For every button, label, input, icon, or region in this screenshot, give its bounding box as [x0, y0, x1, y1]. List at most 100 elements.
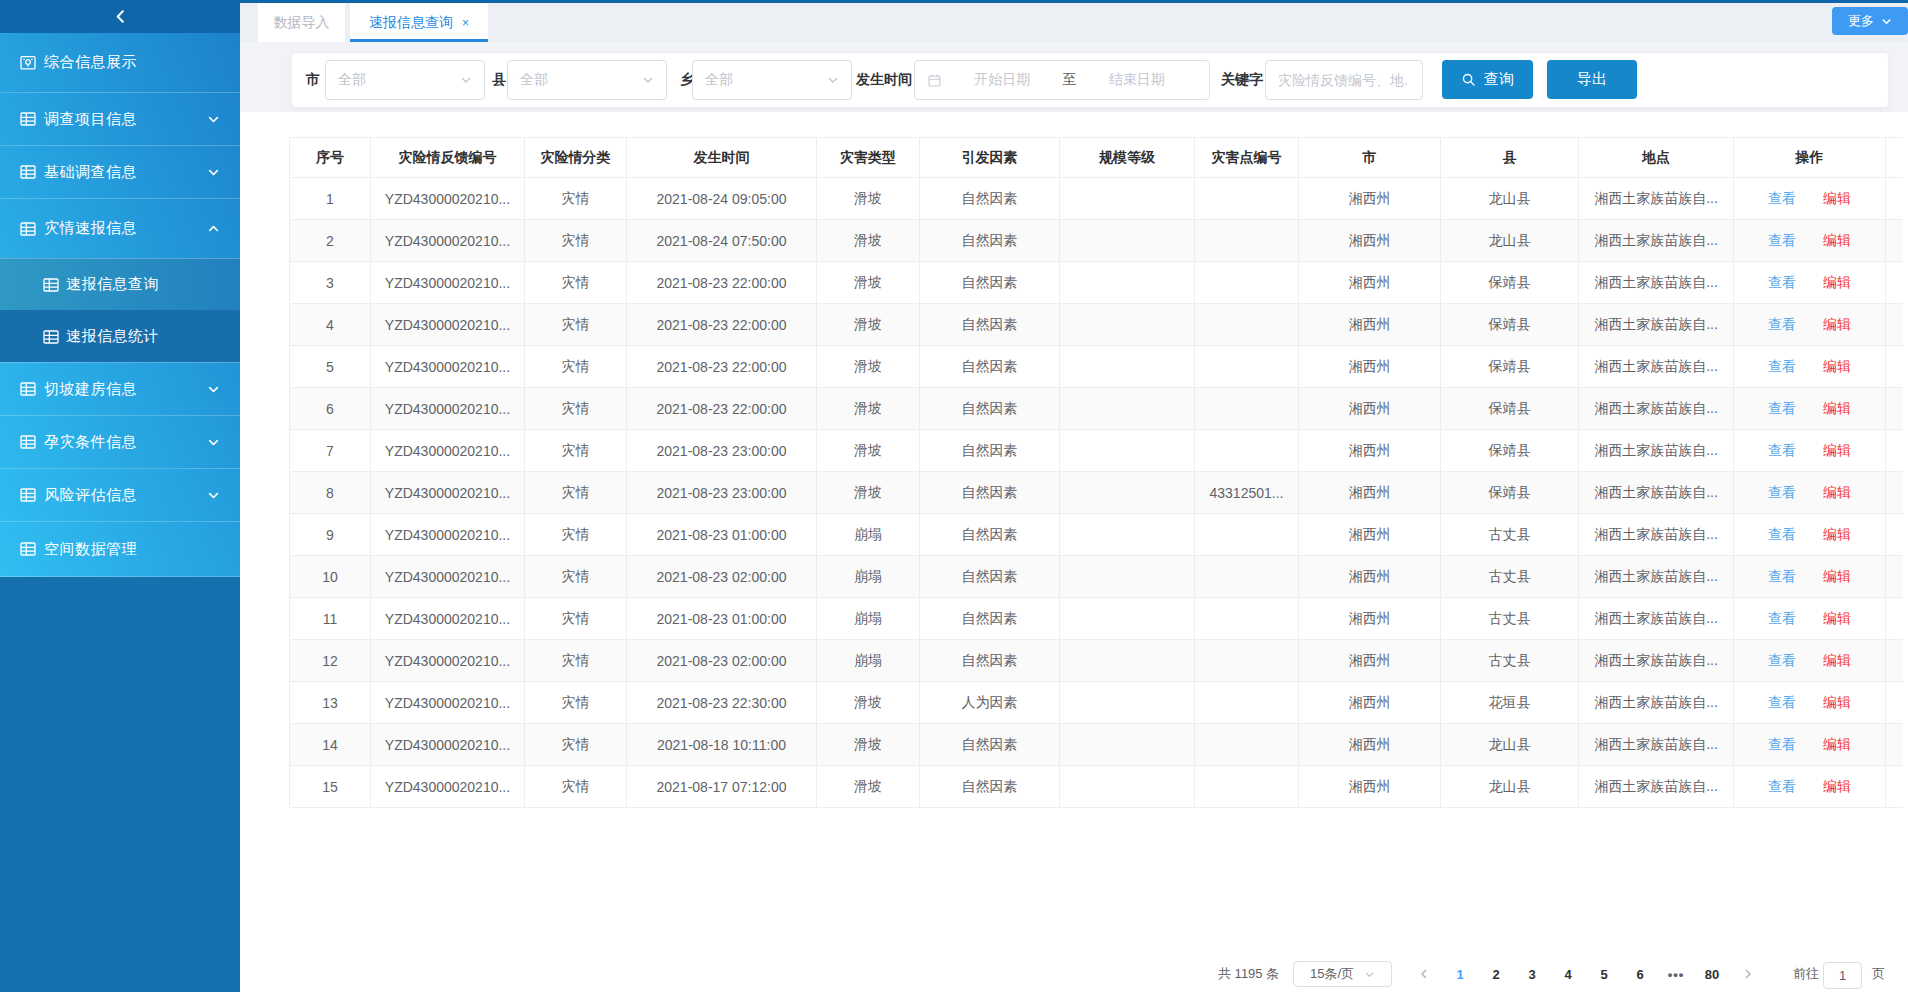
export-button[interactable]: 导出 [1547, 60, 1637, 99]
page-size-select[interactable]: 15条/页 [1293, 961, 1392, 987]
page-number-6[interactable]: 6 [1626, 956, 1654, 992]
page-number-4[interactable]: 4 [1554, 956, 1582, 992]
edit-link[interactable]: 编辑 [1823, 400, 1851, 416]
edit-link[interactable]: 编辑 [1823, 652, 1851, 668]
edit-link[interactable]: 编辑 [1823, 274, 1851, 290]
page-number-2[interactable]: 2 [1482, 956, 1510, 992]
table-icon [19, 486, 37, 504]
keyword-input[interactable] [1278, 72, 1410, 88]
cell-factor: 自然因素 [920, 472, 1060, 514]
page-number-1[interactable]: 1 [1446, 956, 1474, 992]
cell-place: 湘西土家族苗族自... [1579, 178, 1734, 220]
edit-link[interactable]: 编辑 [1823, 484, 1851, 500]
edit-link[interactable]: 编辑 [1823, 736, 1851, 752]
cell-cls: 灾情 [525, 514, 627, 556]
cell-actions: 查看 编辑 [1734, 472, 1886, 514]
view-link[interactable]: 查看 [1768, 316, 1796, 332]
township-select[interactable]: 全部 [692, 60, 852, 100]
view-link[interactable]: 查看 [1768, 610, 1796, 626]
sidebar-item-risk-assessment-info[interactable]: 风险评估信息 [0, 468, 240, 521]
edit-link[interactable]: 编辑 [1823, 190, 1851, 206]
view-link[interactable]: 查看 [1768, 736, 1796, 752]
goto-label: 前往 [1793, 956, 1819, 992]
page-number-3[interactable]: 3 [1518, 956, 1546, 992]
sidebar-item-slope-housing-info[interactable]: 切坡建房信息 [0, 362, 240, 415]
date-range-picker[interactable]: 开始日期 至 结束日期 [914, 60, 1210, 100]
edit-link[interactable]: 编辑 [1823, 568, 1851, 584]
sidebar-collapse-button[interactable] [0, 0, 240, 33]
goto-page-input[interactable] [1823, 962, 1862, 989]
view-link[interactable]: 查看 [1768, 358, 1796, 374]
view-link[interactable]: 查看 [1768, 778, 1796, 794]
view-link[interactable]: 查看 [1768, 694, 1796, 710]
table-row: 2YZD43000020210...灾情2021-08-24 07:50:00滑… [290, 220, 1903, 262]
cell-scale [1060, 430, 1195, 472]
view-link[interactable]: 查看 [1768, 484, 1796, 500]
edit-link[interactable]: 编辑 [1823, 316, 1851, 332]
chevron-down-icon [207, 113, 220, 126]
cell-cls: 灾情 [525, 472, 627, 514]
cell-city: 湘西州 [1299, 262, 1441, 304]
page-number-80[interactable]: 80 [1698, 956, 1726, 992]
sidebar-item-disaster-quick-report-info[interactable]: 灾情速报信息 [0, 198, 240, 258]
cell-code: YZD43000020210... [371, 598, 525, 640]
page-number-5[interactable]: 5 [1590, 956, 1618, 992]
edit-link[interactable]: 编辑 [1823, 526, 1851, 542]
cell-code: YZD43000020210... [371, 640, 525, 682]
view-link[interactable]: 查看 [1768, 274, 1796, 290]
search-button[interactable]: 查询 [1442, 60, 1533, 99]
edit-link[interactable]: 编辑 [1823, 610, 1851, 626]
view-link[interactable]: 查看 [1768, 232, 1796, 248]
city-select[interactable]: 全部 [325, 60, 485, 100]
county-select[interactable]: 全部 [507, 60, 667, 100]
next-page-button[interactable] [1734, 956, 1762, 992]
cell-code: YZD43000020210... [371, 220, 525, 262]
tab-data-import[interactable]: 数据导入 [258, 3, 345, 42]
sidebar-item-quick-report-query[interactable]: 速报信息查询 [0, 258, 240, 310]
column-header: 引发因素 [920, 138, 1060, 178]
cell-actions: 查看 编辑 [1734, 178, 1886, 220]
more-button[interactable]: 更多 [1832, 7, 1908, 35]
sidebar-item-disaster-condition-info[interactable]: 孕灾条件信息 [0, 415, 240, 468]
scrollbar-gutter [1886, 640, 1903, 682]
cell-type: 滑坡 [817, 472, 920, 514]
cell-point [1195, 388, 1299, 430]
sidebar-item-quick-report-stats[interactable]: 速报信息统计 [0, 310, 240, 362]
cell-type: 滑坡 [817, 304, 920, 346]
sidebar-item-basic-survey-info[interactable]: 基础调查信息 [0, 145, 240, 198]
prev-page-button[interactable] [1410, 956, 1438, 992]
edit-link[interactable]: 编辑 [1823, 778, 1851, 794]
tab-quick-report-query[interactable]: 速报信息查询× [350, 3, 488, 42]
sidebar-item-spatial-data-management[interactable]: 空间数据管理 [0, 521, 240, 577]
edit-link[interactable]: 编辑 [1823, 694, 1851, 710]
sidebar-menu: 综合信息展示调查项目信息基础调查信息灾情速报信息速报信息查询速报信息统计切坡建房… [0, 33, 240, 577]
cell-factor: 自然因素 [920, 304, 1060, 346]
cell-type: 崩塌 [817, 514, 920, 556]
cell-actions: 查看 编辑 [1734, 346, 1886, 388]
keyword-label: 关键字 [1221, 53, 1263, 107]
sidebar: 综合信息展示调查项目信息基础调查信息灾情速报信息速报信息查询速报信息统计切坡建房… [0, 0, 240, 992]
sidebar-item-label: 调查项目信息 [44, 110, 207, 129]
scrollbar-gutter [1886, 724, 1903, 766]
page-ellipsis[interactable]: ••• [1662, 956, 1690, 992]
view-link[interactable]: 查看 [1768, 652, 1796, 668]
view-link[interactable]: 查看 [1768, 568, 1796, 584]
cell-time: 2021-08-23 22:00:00 [627, 388, 817, 430]
edit-link[interactable]: 编辑 [1823, 232, 1851, 248]
sidebar-item-survey-project-info[interactable]: 调查项目信息 [0, 92, 240, 145]
edit-link[interactable]: 编辑 [1823, 358, 1851, 374]
more-button-label: 更多 [1848, 12, 1874, 30]
view-link[interactable]: 查看 [1768, 400, 1796, 416]
cell-factor: 自然因素 [920, 598, 1060, 640]
view-link[interactable]: 查看 [1768, 190, 1796, 206]
close-icon[interactable]: × [462, 17, 469, 29]
chevron-down-icon [1364, 969, 1375, 980]
sidebar-item-label: 孕灾条件信息 [44, 433, 207, 452]
table-row: 11YZD43000020210...灾情2021-08-23 01:00:00… [290, 598, 1903, 640]
edit-link[interactable]: 编辑 [1823, 442, 1851, 458]
view-link[interactable]: 查看 [1768, 526, 1796, 542]
sidebar-item-comprehensive-info-display[interactable]: 综合信息展示 [0, 33, 240, 92]
scrollbar-gutter [1886, 304, 1903, 346]
view-link[interactable]: 查看 [1768, 442, 1796, 458]
cell-actions: 查看 编辑 [1734, 304, 1886, 346]
